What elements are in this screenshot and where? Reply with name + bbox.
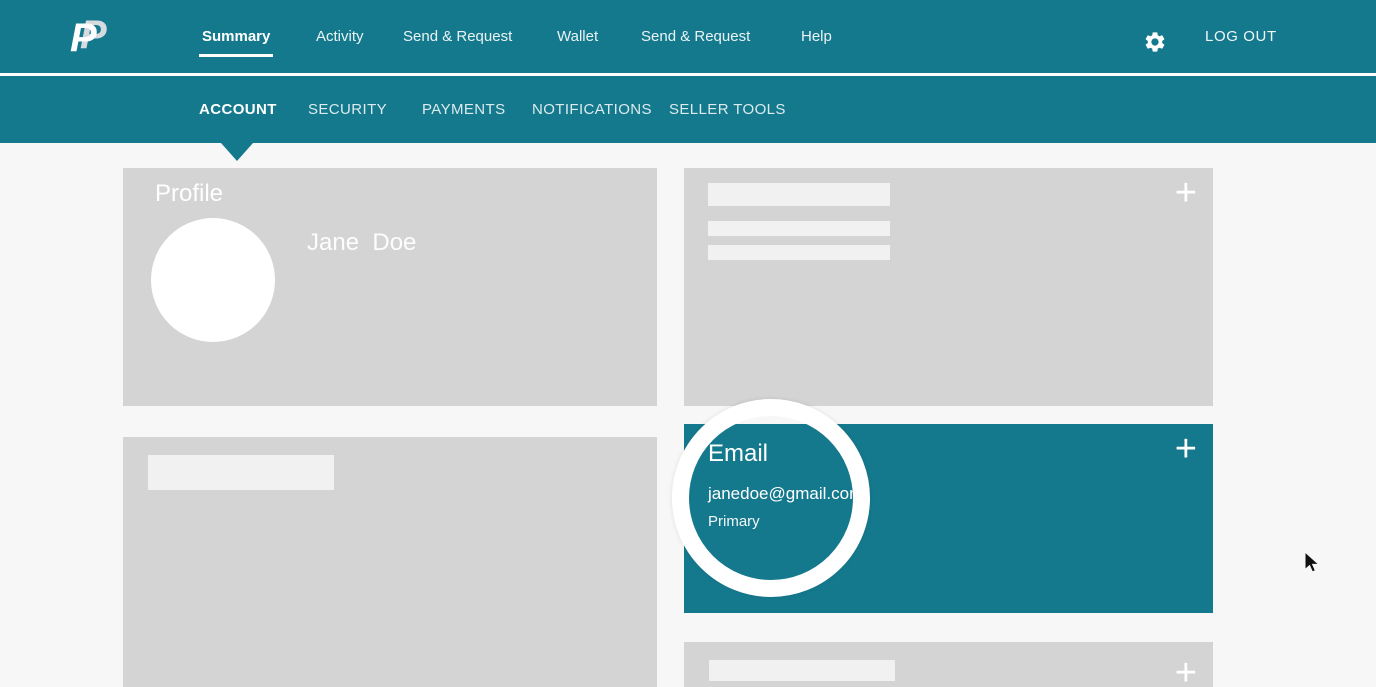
add-button[interactable]: + <box>1175 174 1197 212</box>
nav-item-label: Activity <box>316 28 364 45</box>
email-status-badge: Primary <box>708 513 1213 530</box>
add-button[interactable]: + <box>1175 654 1197 687</box>
paypal-logo[interactable]: P P <box>68 12 120 62</box>
nav-item-send-request-2[interactable]: Send & Request <box>641 0 750 73</box>
email-address: janedoe@gmail.com <box>708 484 1213 504</box>
gear-icon[interactable] <box>1143 30 1167 54</box>
paypal-logo-front-p: P <box>70 15 97 61</box>
profile-name: Jane Doe <box>307 229 416 257</box>
placeholder-bar <box>709 660 895 681</box>
profile-card: Profile Jane Doe <box>123 168 657 406</box>
profile-card-title: Profile <box>155 180 223 208</box>
top-navigation-bar: P P Summary Activity Send & Request Wall… <box>0 0 1376 73</box>
logout-button[interactable]: LOG OUT <box>1205 0 1277 73</box>
nav-item-label: Summary <box>199 28 273 57</box>
tab-security[interactable]: SECURITY <box>308 76 387 143</box>
nav-item-label: Send & Request <box>641 28 750 45</box>
placeholder-bar <box>708 245 890 260</box>
tab-account[interactable]: ACCOUNT <box>199 76 277 143</box>
placeholder-bar <box>148 455 334 490</box>
nav-item-help[interactable]: Help <box>801 0 832 73</box>
active-tab-pointer <box>221 143 253 161</box>
placeholder-bar <box>708 221 890 236</box>
tab-payments[interactable]: PAYMENTS <box>422 76 506 143</box>
settings-tab-bar: ACCOUNT SECURITY PAYMENTS NOTIFICATIONS … <box>0 76 1376 143</box>
email-card-title: Email <box>708 440 1213 468</box>
mouse-cursor-icon <box>1303 551 1325 580</box>
placeholder-bar <box>708 183 890 206</box>
avatar <box>151 218 275 342</box>
nav-item-send-request[interactable]: Send & Request <box>403 0 512 73</box>
tab-seller-tools[interactable]: SELLER TOOLS <box>669 76 786 143</box>
nav-item-label: Wallet <box>557 28 598 45</box>
nav-item-label: Help <box>801 28 832 45</box>
placeholder-card-top-right: + <box>684 168 1213 406</box>
placeholder-card-bottom-right: + <box>684 642 1213 687</box>
paypal-settings-page: P P Summary Activity Send & Request Wall… <box>0 0 1376 687</box>
nav-item-wallet[interactable]: Wallet <box>557 0 598 73</box>
tab-notifications[interactable]: NOTIFICATIONS <box>532 76 652 143</box>
nav-item-label: Send & Request <box>403 28 512 45</box>
nav-item-summary[interactable]: Summary <box>199 0 273 73</box>
nav-item-activity[interactable]: Activity <box>316 0 364 73</box>
placeholder-card-bottom-left <box>123 437 657 687</box>
